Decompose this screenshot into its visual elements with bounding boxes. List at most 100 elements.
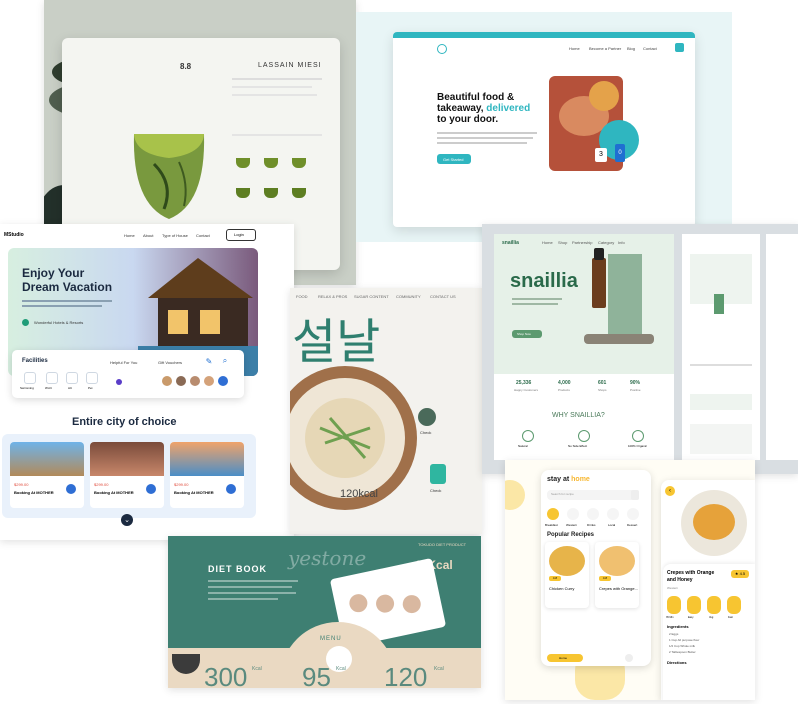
nav-shop[interactable]: Shop: [558, 240, 567, 245]
nav-contact[interactable]: CONTACT US: [430, 294, 456, 299]
stat-label: Positive: [630, 388, 641, 392]
city-card[interactable]: $299.00 Booking At MOTHER: [10, 442, 84, 508]
pet-icon[interactable]: [86, 372, 98, 384]
dessert-icon[interactable]: [627, 508, 639, 520]
mic-icon[interactable]: [226, 484, 236, 494]
recipe-card[interactable]: 4.8 Chicken Curry: [545, 542, 589, 608]
brand-logo: MStudio: [4, 232, 24, 238]
tea-glass-illustration: [133, 134, 205, 219]
category-label: Local: [608, 523, 616, 527]
detail-sheet: Crepes with Orange and Honey Western ★ 4…: [663, 564, 755, 700]
difficulty-icon: [687, 596, 701, 614]
city-photo: [10, 442, 84, 476]
western-icon[interactable]: [567, 508, 579, 520]
wifi-icon[interactable]: [46, 372, 58, 384]
rating-badge: ★ 4.5: [731, 570, 749, 578]
stat-unit: Kcal: [252, 666, 262, 672]
filter-icon[interactable]: [631, 490, 639, 500]
recipe-card[interactable]: 4.8 Crepes with Orange...: [595, 542, 639, 608]
local-icon[interactable]: [607, 508, 619, 520]
brand-logo-small: snaillia: [502, 240, 519, 246]
recipe-name: Chicken Curry: [549, 586, 575, 591]
snaillia-skincare-preview[interactable]: snaillia Home Shop Partnership Category …: [482, 224, 798, 474]
edit-icon[interactable]: ✎: [204, 356, 214, 366]
korean-food-preview[interactable]: FOOD RELAX & PROS SUGAR CONTENT COMMUNIT…: [290, 288, 482, 534]
section-title: Entire city of choice: [72, 416, 177, 428]
nav-category[interactable]: Category: [598, 240, 614, 245]
cup-icon[interactable]: [236, 188, 250, 198]
card-name: Booking At MOTHER: [174, 490, 214, 495]
nav-home[interactable]: Home: [124, 233, 135, 238]
stat-label: Shops: [598, 388, 607, 392]
nav-blog[interactable]: Blog: [627, 46, 635, 51]
nav-sugar[interactable]: SUGAR CONTENT: [354, 294, 389, 299]
breakfast-icon[interactable]: [547, 508, 559, 520]
login-button[interactable]: Login: [226, 229, 256, 241]
city-card[interactable]: $299.00 Booking At MOTHER: [170, 442, 244, 508]
nav-about[interactable]: About: [143, 233, 153, 238]
cup-icon[interactable]: [264, 158, 278, 168]
diet-book-preview[interactable]: DIET BOOK yestone TOKUDO DIET PRODUCT 45…: [168, 536, 481, 688]
nav-info[interactable]: Info: [618, 240, 625, 245]
leaf-icon: [522, 430, 534, 442]
nav-community[interactable]: COMMUNITY: [396, 294, 421, 299]
vacation-booking-preview[interactable]: MStudio Home About Type of House Contact…: [0, 224, 294, 540]
nav-partner[interactable]: Become a Partner: [589, 46, 621, 51]
shop-now-button[interactable]: Shop Now: [512, 330, 542, 338]
category-label: Drinks: [587, 523, 596, 527]
city-card[interactable]: $299.00 Booking At MOTHER: [90, 442, 164, 508]
avatar: [162, 376, 172, 386]
menu-button[interactable]: [675, 43, 684, 52]
hero-sub: Wonderful Hotels & Resorts: [34, 320, 84, 325]
city-photo: [170, 442, 244, 476]
directions-title: Directions: [667, 660, 687, 665]
back-icon[interactable]: ‹: [665, 486, 675, 496]
get-started-button[interactable]: Get Started: [437, 154, 471, 164]
voucher-icon: [116, 379, 122, 385]
profile-icon[interactable]: [625, 654, 633, 662]
nav-home[interactable]: Home: [569, 46, 580, 51]
detail-category: Western: [667, 586, 679, 590]
stat-label: Easy: [688, 616, 694, 619]
chevron-down-icon[interactable]: ⌄: [121, 514, 133, 526]
category-label: Breakfast: [545, 523, 558, 527]
swimming-icon[interactable]: [24, 372, 36, 384]
fac-label-ac: AC: [68, 386, 73, 390]
cup-icon[interactable]: [264, 188, 278, 198]
cup-icon[interactable]: [292, 188, 306, 198]
facilities-panel: Facilities Helpful For You Gift Vouchers…: [12, 350, 244, 398]
cup-icon[interactable]: [292, 158, 306, 168]
nav-contact[interactable]: Contact: [643, 46, 657, 51]
home-tab[interactable]: Home: [547, 654, 583, 662]
gift-label: Gift Vouchers: [158, 360, 183, 365]
nav-contact[interactable]: Contact: [196, 233, 210, 238]
drinks-icon[interactable]: [587, 508, 599, 520]
card-price: $299.00: [94, 482, 109, 487]
search-input[interactable]: Search for recipe: [547, 490, 637, 500]
category-label: Western: [566, 523, 578, 527]
stone-pedestal: [584, 334, 654, 344]
ac-icon[interactable]: [66, 372, 78, 384]
brand-watermark: yestone: [288, 546, 367, 570]
card-name: Booking At MOTHER: [14, 490, 54, 495]
recipe-app-preview[interactable]: stay at home Search for recipe Breakfast…: [505, 460, 755, 700]
main-page: snaillia Home Shop Partnership Category …: [494, 234, 674, 460]
search-icon[interactable]: ⌕: [220, 356, 230, 366]
why-item: 100% Organic: [628, 444, 648, 448]
mic-icon[interactable]: [146, 484, 156, 494]
cup-icon[interactable]: [236, 158, 250, 168]
mic-icon[interactable]: [66, 484, 76, 494]
menu-label[interactable]: MENU: [320, 636, 342, 642]
time-icon: [667, 596, 681, 614]
ingredients-title: Ingredients: [667, 624, 689, 629]
helpful-label: Helpful For You: [110, 360, 138, 365]
nav-food[interactable]: FOOD: [296, 294, 308, 299]
nav-partnership[interactable]: Partnership: [572, 240, 592, 245]
avatar: [218, 376, 228, 386]
product-title: LASSAIN MIESI: [258, 62, 322, 69]
nav-home[interactable]: Home: [542, 240, 553, 245]
nav-relax[interactable]: RELAX & PROS: [318, 294, 347, 299]
food-delivery-preview[interactable]: Home Become a Partner Blog Contact Beaut…: [356, 12, 732, 242]
nav-type[interactable]: Type of House: [162, 233, 188, 238]
rating-badge: 4.8: [549, 576, 561, 581]
